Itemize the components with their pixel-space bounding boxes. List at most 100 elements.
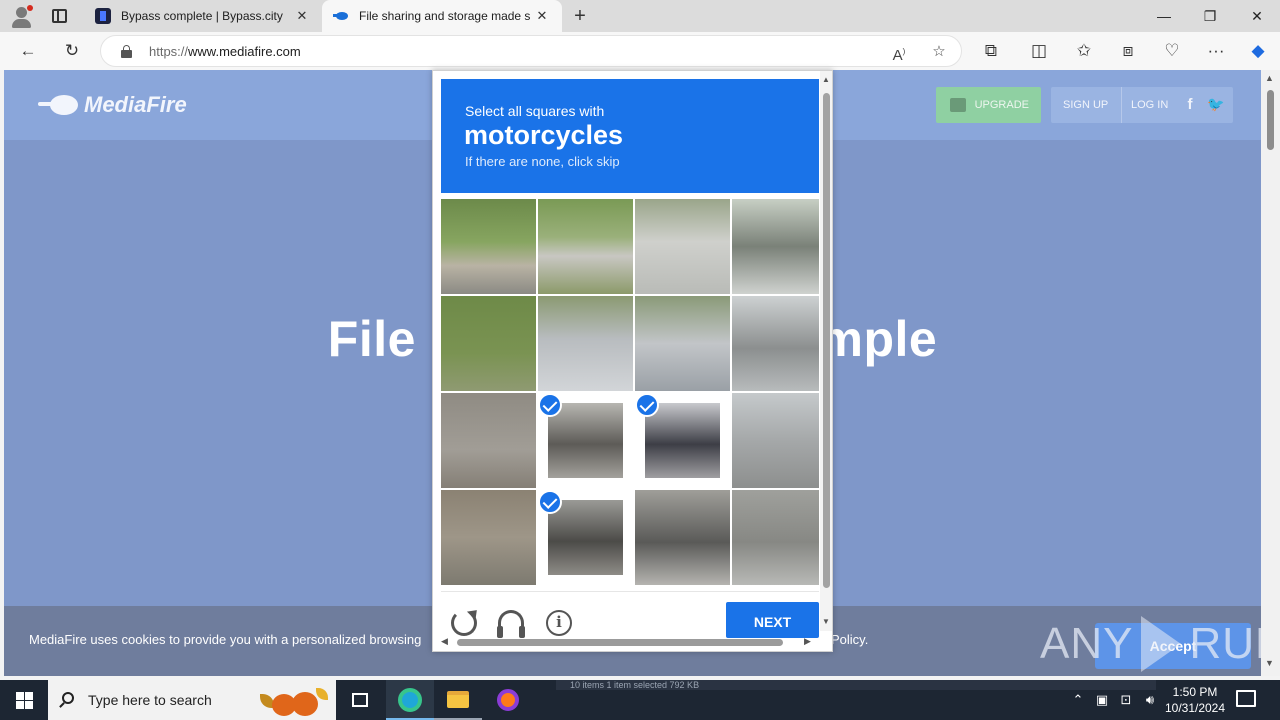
captcha-challenge: Select all squares with motorcycles If t… [432, 70, 833, 652]
scroll-up-icon[interactable]: ▲ [822, 75, 830, 84]
file-explorer-icon[interactable] [434, 680, 482, 720]
address-bar[interactable]: https://www.mediafire.com A) ☆ [100, 35, 962, 67]
captcha-vertical-scrollbar[interactable]: ▲ ▼ [820, 71, 832, 631]
captcha-hint: If there are none, click skip [465, 154, 620, 169]
refresh-icon[interactable]: ↻ [58, 37, 86, 65]
notification-icon[interactable] [1236, 690, 1256, 707]
captcha-tile-image [548, 500, 623, 575]
clock-date: 10/31/2024 [1164, 701, 1226, 715]
firefox-icon[interactable] [484, 680, 532, 720]
windows-taskbar: 10 items 1 item selected 792 KB Type her… [0, 680, 1280, 720]
watermark-right: RUN [1189, 619, 1261, 668]
captcha-tile[interactable] [635, 296, 730, 391]
favorite-star-icon[interactable]: ☆ [927, 40, 951, 64]
captcha-tile-image [635, 490, 730, 585]
login-link[interactable]: LOG IN [1131, 99, 1168, 111]
logo-text: MediaFire [84, 92, 187, 117]
close-tab-icon[interactable]: ✕ [530, 8, 554, 24]
mediafire-flame-icon [38, 93, 80, 117]
close-tab-icon[interactable]: ✕ [290, 8, 314, 24]
scroll-thumb[interactable] [457, 639, 783, 646]
url-text[interactable]: https://www.mediafire.com [149, 44, 301, 59]
profile-avatar-icon[interactable] [10, 5, 34, 29]
captcha-tile[interactable] [732, 490, 819, 585]
minimize-icon[interactable]: — [1141, 0, 1187, 32]
browser-toolbar: ← ↻ https://www.mediafire.com A) ☆ ⧉ ◫ ✩… [0, 32, 1280, 70]
captcha-target: motorcycles [464, 120, 624, 150]
captcha-tile[interactable] [635, 490, 730, 585]
next-button[interactable]: NEXT [726, 602, 819, 638]
read-aloud-icon[interactable]: A) [887, 40, 911, 64]
captcha-tile[interactable] [538, 199, 633, 294]
mediafire-logo[interactable]: MediaFire [38, 90, 187, 120]
volume-icon[interactable]: 🔊︎ [1140, 680, 1160, 720]
network-icon[interactable]: ⊡ [1116, 680, 1136, 720]
captcha-tile-image [635, 296, 730, 391]
tab-actions-menu-icon[interactable] [52, 9, 67, 23]
restore-icon[interactable]: ❐ [1187, 0, 1233, 32]
task-view-icon[interactable] [336, 680, 384, 720]
cookie-text: MediaFire uses cookies to provide you wi… [29, 632, 422, 647]
captcha-tile[interactable] [732, 296, 819, 391]
scroll-right-icon[interactable]: ▶ [804, 636, 811, 647]
cookie-policy-link[interactable]: Policy. [831, 632, 868, 647]
captcha-horizontal-scrollbar[interactable]: ◀ ▶ [441, 636, 819, 650]
upgrade-icon [950, 98, 966, 112]
scroll-down-icon[interactable]: ▼ [1265, 658, 1274, 668]
settings-more-icon[interactable]: ··· [1202, 37, 1230, 65]
scroll-down-icon[interactable]: ▼ [822, 617, 830, 626]
background-window-status: 10 items 1 item selected 792 KB [556, 680, 1156, 690]
captcha-tile[interactable] [538, 490, 633, 585]
edge-taskbar-icon[interactable] [386, 680, 434, 720]
captcha-tile[interactable] [441, 296, 536, 391]
new-tab-icon[interactable]: + [568, 4, 592, 28]
collections-icon[interactable]: ⧈ [1114, 37, 1142, 65]
browser-essentials-icon[interactable]: ♡ [1158, 37, 1186, 65]
anyrun-watermark: ANY RUN [1040, 616, 1261, 672]
scroll-left-icon[interactable]: ◀ [441, 636, 448, 647]
captcha-tile-image [548, 403, 623, 478]
scroll-thumb[interactable] [1267, 90, 1274, 150]
captcha-tile[interactable] [538, 296, 633, 391]
scroll-thumb[interactable] [823, 93, 830, 588]
bypass-favicon-icon [95, 8, 111, 24]
device-icon[interactable]: ▣ [1092, 680, 1112, 720]
info-icon[interactable]: i [546, 610, 572, 636]
captcha-tile[interactable] [732, 393, 819, 488]
captcha-tile[interactable] [441, 490, 536, 585]
selected-checkmark-icon [538, 490, 562, 514]
twitter-icon[interactable]: 🐦 [1207, 96, 1225, 114]
halloween-pumpkins-icon[interactable] [258, 686, 332, 716]
signup-link[interactable]: SIGN UP [1063, 99, 1108, 111]
facebook-icon[interactable]: f [1181, 96, 1199, 114]
favorites-icon[interactable]: ✩ [1070, 37, 1098, 65]
search-icon [62, 692, 74, 704]
captcha-tile-image [732, 296, 819, 391]
captcha-tile-image [441, 296, 536, 391]
upgrade-label: UPGRADE [974, 99, 1029, 111]
taskbar-search-box[interactable]: Type here to search [48, 680, 336, 720]
captcha-tile[interactable] [538, 393, 633, 488]
captcha-tile[interactable] [635, 199, 730, 294]
reload-icon[interactable] [451, 610, 477, 636]
lock-icon[interactable] [121, 45, 132, 58]
captcha-tile[interactable] [441, 199, 536, 294]
captcha-tile[interactable] [635, 393, 730, 488]
back-icon[interactable]: ← [14, 37, 42, 65]
captcha-tile[interactable] [441, 393, 536, 488]
taskbar-clock[interactable]: 1:50 PM 10/31/2024 [1160, 684, 1230, 716]
copilot-icon[interactable]: ◆ [1244, 37, 1272, 65]
close-window-icon[interactable]: ✕ [1234, 0, 1280, 32]
windows-start-icon[interactable] [0, 680, 48, 720]
upgrade-button[interactable]: UPGRADE [936, 87, 1041, 123]
captcha-tile-image [538, 199, 633, 294]
extensions-icon[interactable]: ⧉ [977, 37, 1005, 65]
tab-bypass[interactable]: Bypass complete | Bypass.city ✕ [84, 0, 322, 32]
headphones-icon[interactable] [497, 610, 525, 638]
page-scrollbar[interactable]: ▲ ▼ [1261, 70, 1280, 676]
split-screen-icon[interactable]: ◫ [1025, 37, 1053, 65]
captcha-tile[interactable] [732, 199, 819, 294]
scroll-up-icon[interactable]: ▲ [1265, 73, 1274, 83]
tab-mediafire[interactable]: File sharing and storage made simple ✕ [322, 0, 562, 32]
show-hidden-icons-icon[interactable]: ⌃ [1068, 680, 1088, 720]
